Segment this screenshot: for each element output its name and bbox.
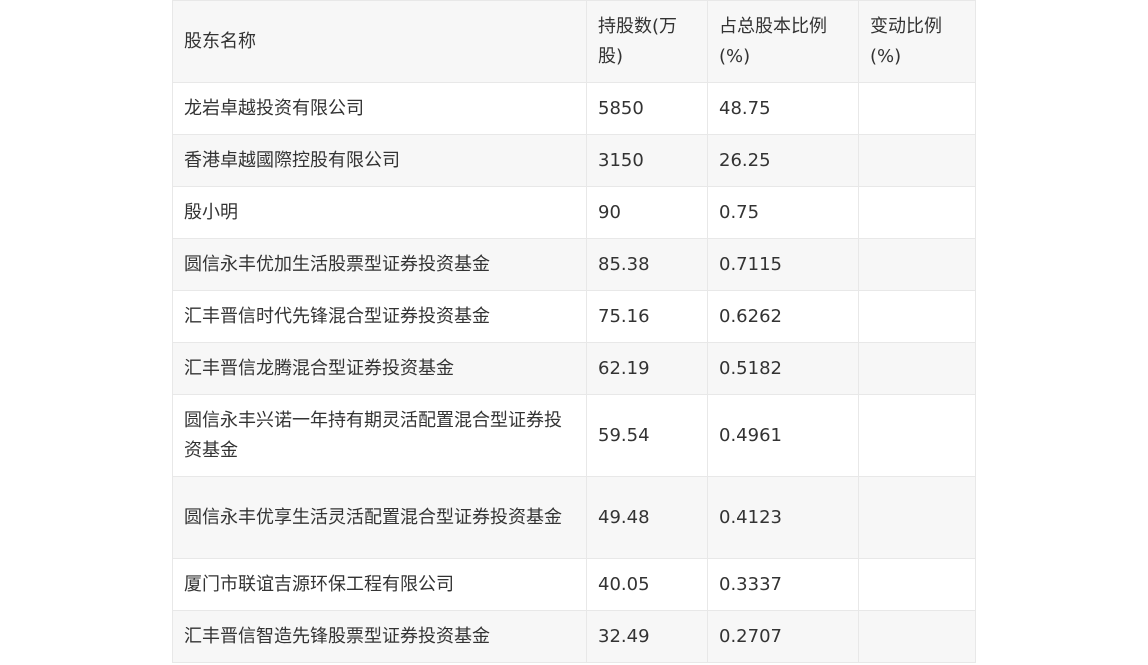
cell-name: 厦门市联谊吉源环保工程有限公司 — [172, 558, 587, 611]
table-row: 香港卓越國際控股有限公司 3150 26.25 — [172, 134, 976, 187]
cell-change — [858, 134, 976, 187]
table-header-row: 股东名称 持股数(万股) 占总股本比例(%) 变动比例(%) — [172, 0, 976, 83]
cell-name: 圆信永丰兴诺一年持有期灵活配置混合型证券投资基金 — [172, 394, 587, 477]
cell-shares: 5850 — [586, 82, 708, 135]
cell-ratio: 0.7115 — [707, 238, 859, 291]
cell-shares: 75.16 — [586, 290, 708, 343]
cell-change — [858, 82, 976, 135]
cell-name: 圆信永丰优加生活股票型证券投资基金 — [172, 238, 587, 291]
cell-name: 龙岩卓越投资有限公司 — [172, 82, 587, 135]
cell-shares: 59.54 — [586, 394, 708, 477]
cell-name: 圆信永丰优享生活灵活配置混合型证券投资基金 — [172, 476, 587, 559]
table-row: 厦门市联谊吉源环保工程有限公司 40.05 0.3337 — [172, 558, 976, 611]
cell-shares: 85.38 — [586, 238, 708, 291]
cell-ratio: 0.75 — [707, 186, 859, 239]
cell-shares: 32.49 — [586, 610, 708, 663]
shareholder-table-container: 股东名称 持股数(万股) 占总股本比例(%) 变动比例(%) 龙岩卓越投资有限公… — [172, 0, 976, 663]
cell-shares: 62.19 — [586, 342, 708, 395]
shareholder-table: 股东名称 持股数(万股) 占总股本比例(%) 变动比例(%) 龙岩卓越投资有限公… — [172, 0, 976, 663]
header-change-ratio: 变动比例(%) — [858, 0, 976, 83]
table-row: 圆信永丰兴诺一年持有期灵活配置混合型证券投资基金 59.54 0.4961 — [172, 394, 976, 477]
cell-change — [858, 558, 976, 611]
cell-name: 汇丰晋信时代先锋混合型证券投资基金 — [172, 290, 587, 343]
header-share-ratio: 占总股本比例(%) — [707, 0, 859, 83]
header-shares-held: 持股数(万股) — [586, 0, 708, 83]
table-row: 圆信永丰优享生活灵活配置混合型证券投资基金 49.48 0.4123 — [172, 476, 976, 559]
cell-change — [858, 394, 976, 477]
cell-ratio: 48.75 — [707, 82, 859, 135]
table-row: 殷小明 90 0.75 — [172, 186, 976, 239]
table-row: 圆信永丰优加生活股票型证券投资基金 85.38 0.7115 — [172, 238, 976, 291]
cell-change — [858, 186, 976, 239]
cell-shares: 40.05 — [586, 558, 708, 611]
cell-ratio: 0.4961 — [707, 394, 859, 477]
cell-change — [858, 290, 976, 343]
header-shareholder-name: 股东名称 — [172, 0, 587, 83]
cell-ratio: 0.6262 — [707, 290, 859, 343]
cell-name: 殷小明 — [172, 186, 587, 239]
cell-ratio: 0.3337 — [707, 558, 859, 611]
cell-change — [858, 476, 976, 559]
cell-name: 汇丰晋信智造先锋股票型证券投资基金 — [172, 610, 587, 663]
cell-ratio: 0.2707 — [707, 610, 859, 663]
cell-ratio: 0.5182 — [707, 342, 859, 395]
cell-shares: 49.48 — [586, 476, 708, 559]
cell-shares: 90 — [586, 186, 708, 239]
cell-shares: 3150 — [586, 134, 708, 187]
cell-name: 香港卓越國際控股有限公司 — [172, 134, 587, 187]
table-row: 汇丰晋信智造先锋股票型证券投资基金 32.49 0.2707 — [172, 610, 976, 663]
table-row: 汇丰晋信时代先锋混合型证券投资基金 75.16 0.6262 — [172, 290, 976, 343]
table-row: 汇丰晋信龙腾混合型证券投资基金 62.19 0.5182 — [172, 342, 976, 395]
cell-change — [858, 610, 976, 663]
cell-name: 汇丰晋信龙腾混合型证券投资基金 — [172, 342, 587, 395]
cell-ratio: 0.4123 — [707, 476, 859, 559]
cell-ratio: 26.25 — [707, 134, 859, 187]
cell-change — [858, 238, 976, 291]
cell-change — [858, 342, 976, 395]
table-row: 龙岩卓越投资有限公司 5850 48.75 — [172, 82, 976, 135]
